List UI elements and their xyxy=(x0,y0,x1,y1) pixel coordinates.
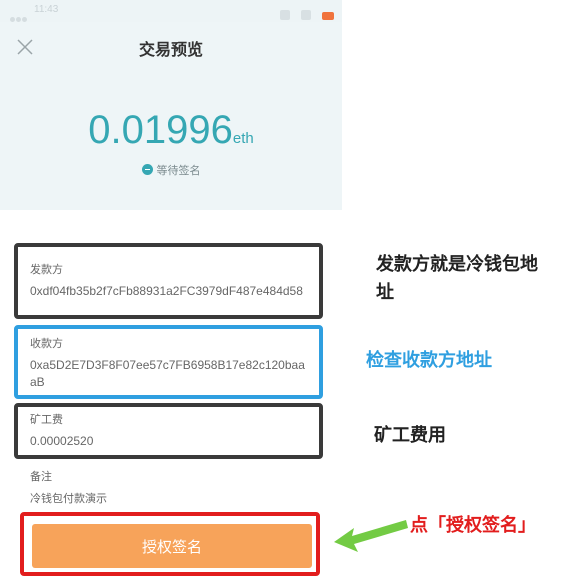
recipient-annotation: 检查收款方地址 xyxy=(366,350,492,371)
status-icons xyxy=(274,5,334,20)
signature-status: 等待签名 xyxy=(0,162,342,178)
amount-unit: eth xyxy=(232,130,254,147)
memo-value: 冷钱包付款演示 xyxy=(30,492,107,505)
status-bar: 11:43 xyxy=(0,0,342,22)
status-text: 等待签名 xyxy=(156,164,201,177)
sender-annotation: 发款方就是冷钱包地址 xyxy=(376,254,538,303)
status-time: 11:43 xyxy=(34,4,59,15)
fee-label: 矿工费 xyxy=(30,413,63,426)
wifi-icon xyxy=(300,10,311,20)
fee-field: 矿工费 0.00002520 xyxy=(14,403,323,459)
authorize-sign-button[interactable]: 授权签名 xyxy=(32,524,312,568)
transaction-preview-header: 11:43 交易预览 0.01996eth 等待签名 xyxy=(0,0,342,210)
memo-label: 备注 xyxy=(30,470,52,483)
sender-label: 发款方 xyxy=(30,263,63,276)
battery-icon xyxy=(322,12,334,20)
pending-icon xyxy=(141,164,153,175)
recipient-field: 收款方 0xa5D2E7D3F8F07ee57c7FB6958B17e82c12… xyxy=(14,325,323,399)
sender-field: 发款方 0xdf04fb35b2f7cFb88931a2FC3979dF487e… xyxy=(14,243,323,319)
recipient-address: 0xa5D2E7D3F8F07ee57c7FB6958B17e82c120baa… xyxy=(30,358,305,389)
amount-display: 0.01996eth xyxy=(0,108,342,153)
notification-dots-icon xyxy=(10,7,28,22)
amount-value: 0.01996 xyxy=(88,108,233,152)
fee-annotation: 矿工费用 xyxy=(374,425,446,446)
page-title: 交易预览 xyxy=(138,40,203,59)
arrow-left-icon xyxy=(334,520,408,552)
sign-annotation: 点「授权签名」 xyxy=(410,515,536,536)
fee-value: 0.00002520 xyxy=(30,434,94,448)
sender-address: 0xdf04fb35b2f7cFb88931a2FC3979dF487e484d… xyxy=(30,284,303,298)
recipient-label: 收款方 xyxy=(30,337,63,350)
signal-icon xyxy=(279,10,290,20)
